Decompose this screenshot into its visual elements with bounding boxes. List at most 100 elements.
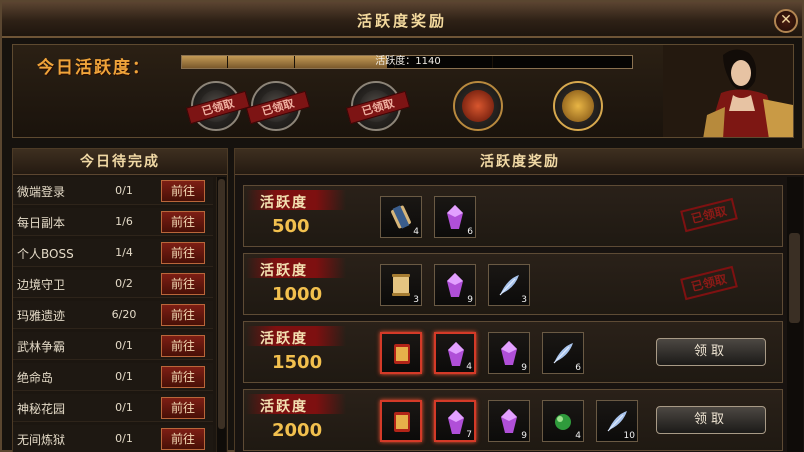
task-row: 边境守卫 0/2 前往 (13, 270, 213, 298)
reward-item-slot[interactable] (380, 332, 422, 374)
task-progress: 1/6 (115, 215, 133, 228)
reward-row: 活跃度 1500 4 9 6 领取 (243, 321, 783, 383)
go-button[interactable]: 前往 (161, 366, 205, 388)
reward-item-slot[interactable]: 6 (542, 332, 584, 374)
item-count: 6 (575, 363, 581, 373)
rewards-panel: 活跃度奖励 活跃度 500 4 6 已领取 活跃度 1000 3 9 3 已领取 活跃度 1500 4 9 6… (234, 148, 804, 452)
item-count: 9 (521, 431, 527, 441)
task-name: 个人BOSS (17, 247, 74, 261)
task-progress: 1/4 (115, 246, 133, 259)
task-row: 神秘花园 0/1 前往 (13, 394, 213, 422)
title-bar: 活跃度奖励 ✕ (2, 2, 802, 38)
item-count: 4 (466, 362, 472, 372)
reward-item-slot[interactable]: 9 (434, 264, 476, 306)
task-progress: 0/1 (115, 339, 133, 352)
task-progress: 0/1 (115, 184, 133, 197)
purple-gem-icon (447, 273, 463, 297)
rewards-panel-title: 活跃度奖励 (235, 149, 804, 175)
reward-row: 活跃度 500 4 6 已领取 (243, 185, 783, 247)
silver-chest-icon[interactable]: 已领取 (345, 81, 411, 131)
reward-item-slot[interactable]: 4 (380, 196, 422, 238)
task-name: 武林争霸 (17, 340, 66, 354)
task-progress: 0/1 (115, 401, 133, 414)
claimed-stamp: 已领取 (680, 265, 738, 301)
window-title: 活跃度奖励 (356, 12, 447, 30)
purple-gem-icon (448, 410, 464, 434)
activity-reward-window: 活跃度奖励 ✕ 今日活跃度： 活跃度：1140 已领取 已领取 已领取 今日待完成 … (0, 0, 804, 452)
purple-gem-icon (501, 341, 517, 365)
task-name: 绝命岛 (17, 371, 54, 385)
gold-chest-icon[interactable] (553, 81, 603, 131)
task-row: 玛雅遗迹 6/20 前往 (13, 301, 213, 329)
silver-chest-icon[interactable]: 已领取 (185, 81, 251, 131)
reward-row: 活跃度 1000 3 9 3 已领取 (243, 253, 783, 315)
reward-item-slot[interactable] (380, 400, 422, 442)
reward-item-slot[interactable]: 9 (488, 400, 530, 442)
reward-item-slot[interactable]: 10 (596, 400, 638, 442)
go-button[interactable]: 前往 (161, 180, 205, 202)
activity-label: 今日活跃度： (37, 58, 151, 78)
activity-threshold: 2000 (272, 420, 323, 441)
purple-gem-icon (447, 205, 463, 229)
go-button[interactable]: 前往 (161, 211, 205, 233)
purple-gem-icon (501, 409, 517, 433)
tasks-scrollbar[interactable] (216, 177, 226, 452)
close-button[interactable]: ✕ (774, 9, 798, 33)
tasks-panel: 今日待完成 微端登录 0/1 前往 每日副本 1/6 前往 个人BOSS 1/4 前往 边境守卫 0… (12, 148, 228, 452)
reward-row-label: 活跃度 (260, 263, 308, 279)
task-name: 神秘花园 (17, 402, 66, 416)
item-count: 9 (467, 295, 473, 305)
item-count: 9 (521, 363, 527, 373)
go-button[interactable]: 前往 (161, 335, 205, 357)
activity-threshold: 1500 (272, 352, 323, 373)
claim-button[interactable]: 领取 (656, 338, 766, 366)
activity-threshold: 1000 (272, 284, 323, 305)
item-count: 3 (413, 295, 419, 305)
reward-item-slot[interactable]: 4 (434, 332, 476, 374)
task-row: 绝命岛 0/1 前往 (13, 363, 213, 391)
reward-item-slot[interactable]: 3 (380, 264, 422, 306)
tasks-panel-title: 今日待完成 (13, 149, 227, 175)
go-button[interactable]: 前往 (161, 397, 205, 419)
claim-button[interactable]: 领取 (656, 406, 766, 434)
task-row: 微端登录 0/1 前往 (13, 177, 213, 205)
rewards-scroll-thumb[interactable] (789, 233, 800, 323)
go-button[interactable]: 前往 (161, 428, 205, 450)
item-count: 4 (575, 431, 581, 441)
red-scroll-icon (394, 412, 410, 432)
activity-threshold: 500 (272, 216, 310, 237)
task-row: 个人BOSS 1/4 前往 (13, 239, 213, 267)
go-button[interactable]: 前往 (161, 242, 205, 264)
tasks-scroll-thumb[interactable] (218, 179, 225, 429)
task-name: 无间炼狱 (17, 433, 66, 447)
reward-item-slot[interactable]: 9 (488, 332, 530, 374)
rewards-scrollbar[interactable] (787, 177, 803, 452)
reward-item-slot[interactable]: 4 (542, 400, 584, 442)
feather-icon (553, 343, 573, 364)
feather-icon (499, 275, 519, 296)
task-progress: 0/2 (115, 277, 133, 290)
reward-row: 活跃度 2000 7 9 4 10 领取 (243, 389, 783, 451)
gold-scroll-icon (392, 274, 410, 296)
activity-strip: 今日活跃度： 活跃度：1140 已领取 已领取 已领取 (12, 44, 794, 138)
reward-row-label: 活跃度 (260, 195, 308, 211)
go-button[interactable]: 前往 (161, 304, 205, 326)
task-name: 玛雅遗迹 (17, 309, 66, 323)
scroll-icon (391, 205, 411, 229)
task-progress: 6/20 (111, 308, 137, 321)
silver-chest-icon[interactable]: 已领取 (245, 81, 311, 131)
item-count: 3 (521, 295, 527, 305)
purple-gem-icon (448, 342, 464, 366)
item-count: 10 (623, 431, 635, 441)
reward-row-label: 活跃度 (260, 331, 308, 347)
task-row: 每日副本 1/6 前往 (13, 208, 213, 236)
reward-item-slot[interactable]: 6 (434, 196, 476, 238)
go-button[interactable]: 前往 (161, 273, 205, 295)
reward-item-slot[interactable]: 7 (434, 400, 476, 442)
claimed-stamp: 已领取 (680, 197, 738, 233)
reward-item-slot[interactable]: 3 (488, 264, 530, 306)
activity-progress-bar: 活跃度：1140 (181, 55, 633, 69)
red-chest-icon[interactable] (453, 81, 503, 131)
green-orb-icon (555, 414, 571, 430)
task-name: 每日副本 (17, 216, 66, 230)
